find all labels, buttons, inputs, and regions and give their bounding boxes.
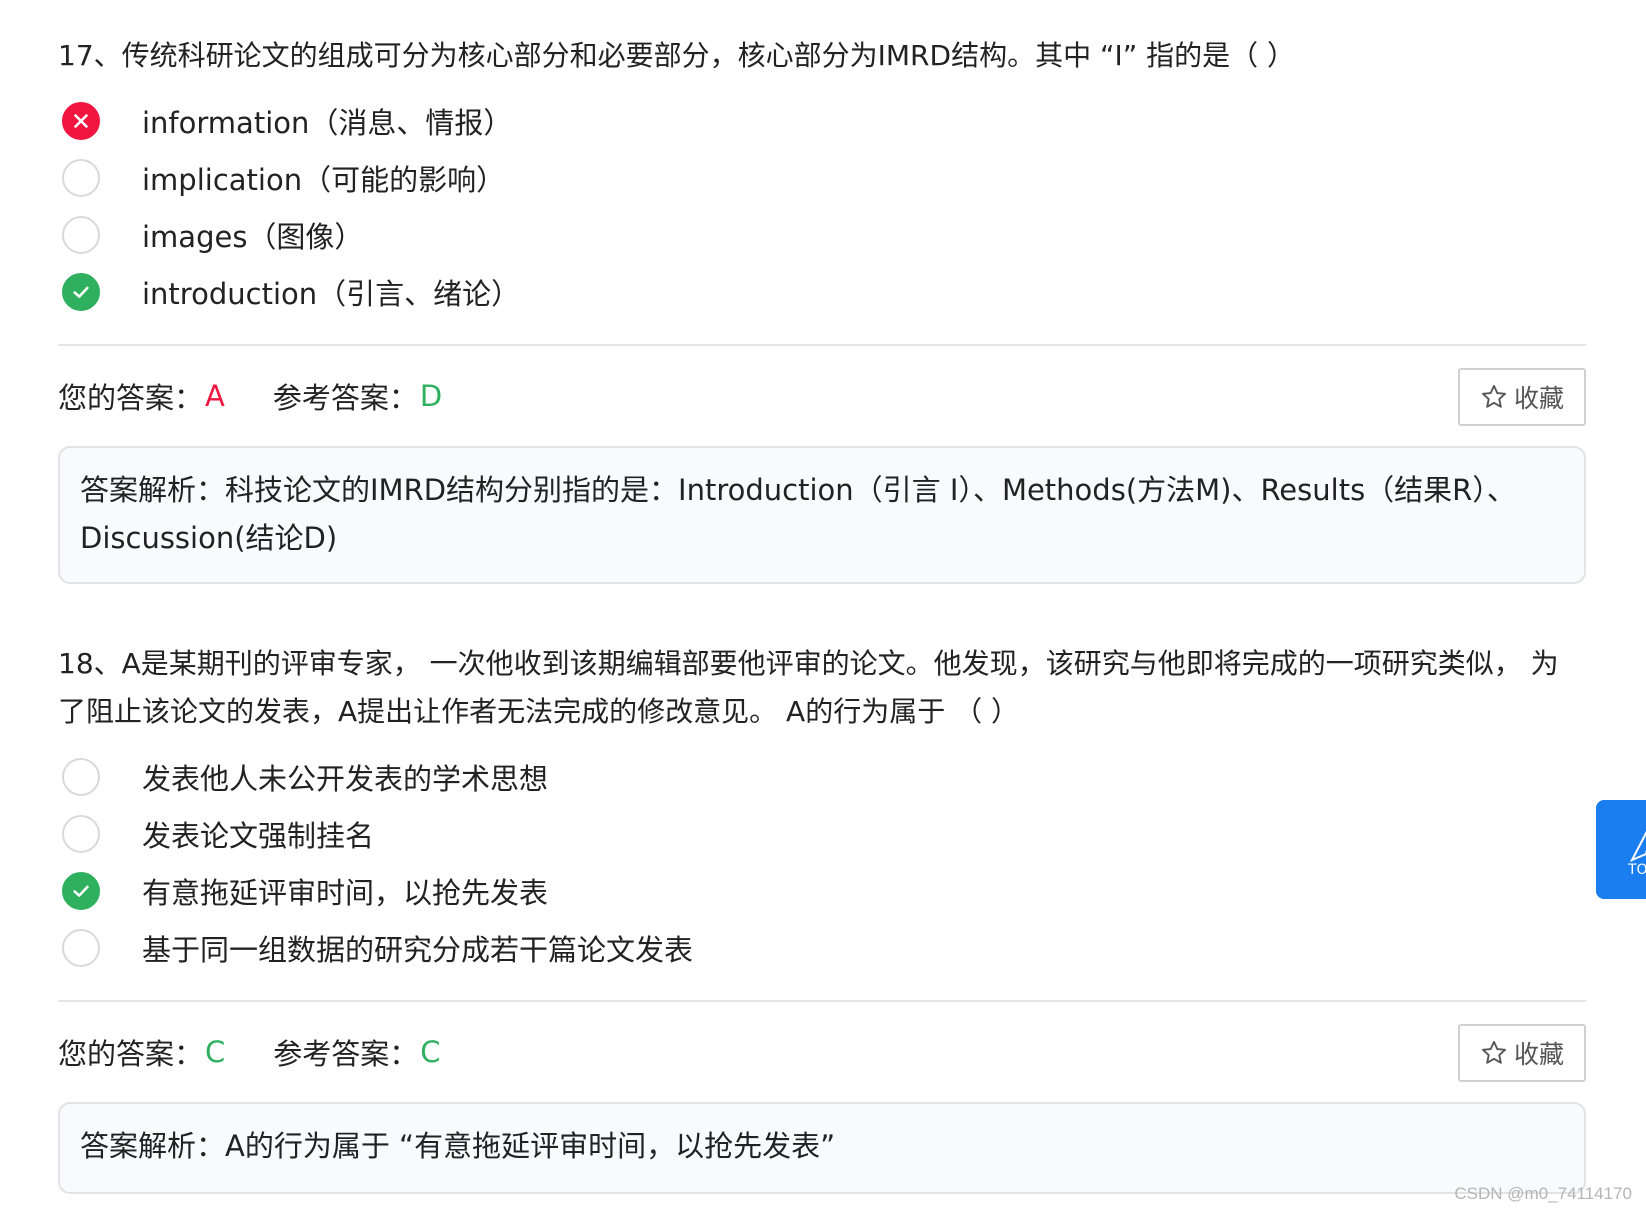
option-text: 发表论文强制挂名 [142,818,375,853]
your-answer-label: 您的答案： [58,381,204,415]
analysis-text: 答案解析：A的行为属于 “有意拖延评审时间，以抢先发表” [80,1129,836,1163]
option-c[interactable]: 有意拖延评审时间，以抢先发表 [58,862,1586,919]
option-d[interactable]: 基于同一组数据的研究分成若干篇论文发表 [58,919,1586,976]
paper-plane-icon [1629,831,1646,863]
your-answer-value: C [205,1035,226,1069]
favorite-button[interactable]: 收藏 [1458,1024,1586,1082]
analysis-box: 答案解析：A的行为属于 “有意拖延评审时间，以抢先发表” [58,1102,1586,1194]
star-icon [1481,384,1507,408]
radio-circle-icon [62,814,100,853]
star-icon [1481,1040,1507,1064]
option-text: implication（可能的影响） [142,162,506,197]
option-text: introduction（引言、绪论） [142,276,521,311]
option-a[interactable]: 发表他人未公开发表的学术思想 [58,748,1586,805]
watermark: CSDN @m0_74114170 [1454,1184,1632,1203]
back-to-top-label: TO [1628,862,1646,878]
options-list: information（消息、情报） implication（可能的影响） im… [58,92,1586,320]
option-d[interactable]: introduction（引言、绪论） [58,263,1586,320]
back-to-top-button[interactable]: TO [1596,800,1646,899]
reference-answer-value: D [419,379,443,413]
option-a[interactable]: information（消息、情报） [58,92,1586,149]
radio-circle-icon [62,215,100,254]
question-17: 17、传统科研论文的组成可分为核心部分和必要部分，核心部分为IMRD结构。其中 … [58,32,1586,584]
favorite-button[interactable]: 收藏 [1458,368,1586,426]
your-answer-value: A [205,379,225,413]
answer-row: 您的答案： A 参考答案： D 收藏 [58,346,1586,446]
answer-row: 您的答案： C 参考答案： C 收藏 [58,1002,1586,1102]
option-text: 发表他人未公开发表的学术思想 [142,761,549,796]
analysis-text: 答案解析：科技论文的IMRD结构分别指的是：Introduction（引言 I）… [80,473,1516,555]
radio-circle-icon [62,757,100,796]
check-mark-icon [62,272,100,311]
question-18: 18、A是某期刊的评审专家， 一次他收到该期编辑部要他评审的论文。他发现，该研究… [58,640,1586,1194]
option-text: 有意拖延评审时间，以抢先发表 [142,875,549,910]
option-c[interactable]: images（图像） [58,206,1586,263]
option-text: images（图像） [142,219,364,254]
check-mark-icon [62,871,100,910]
radio-circle-icon [62,158,100,197]
question-title: 17、传统科研论文的组成可分为核心部分和必要部分，核心部分为IMRD结构。其中 … [58,39,1296,72]
favorite-label: 收藏 [1513,1040,1564,1069]
reference-answer-value: C [420,1035,441,1069]
wrong-mark-icon [62,101,100,140]
question-title: 18、A是某期刊的评审专家， 一次他收到该期编辑部要他评审的论文。他发现，该研究… [58,647,1559,728]
reference-answer-label: 参考答案： [272,381,418,415]
reference-answer-label: 参考答案： [273,1037,419,1071]
option-text: information（消息、情报） [142,105,513,140]
option-b[interactable]: implication（可能的影响） [58,149,1586,206]
option-b[interactable]: 发表论文强制挂名 [58,805,1586,862]
radio-circle-icon [62,928,100,967]
options-list: 发表他人未公开发表的学术思想 发表论文强制挂名 有意拖延评审时间，以抢先发表 基… [58,748,1586,976]
analysis-box: 答案解析：科技论文的IMRD结构分别指的是：Introduction（引言 I）… [58,446,1586,584]
favorite-label: 收藏 [1513,384,1564,413]
option-text: 基于同一组数据的研究分成若干篇论文发表 [142,932,694,967]
your-answer-label: 您的答案： [58,1037,204,1071]
